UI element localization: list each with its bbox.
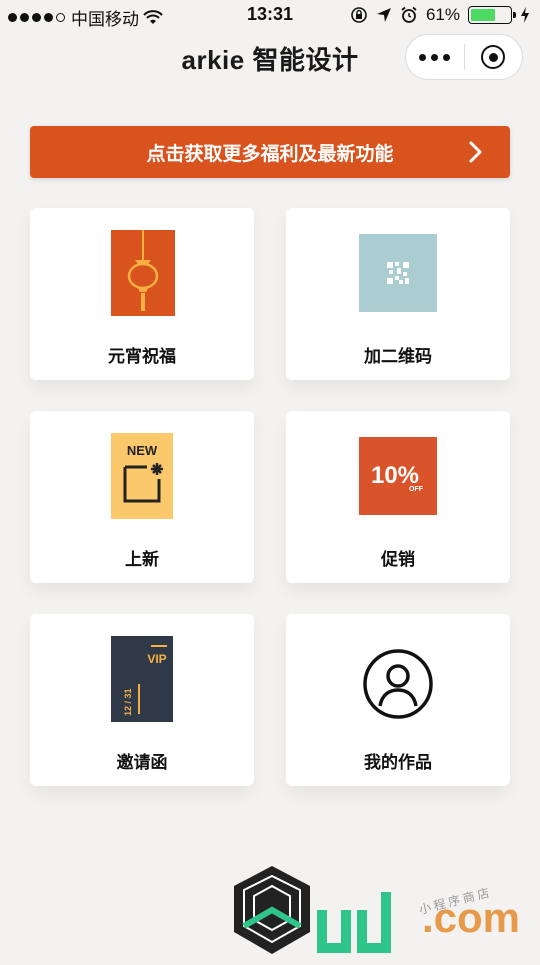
battery-icon xyxy=(468,6,516,24)
promo-banner-text: 点击获取更多福利及最新功能 xyxy=(146,143,394,165)
watermark-brand: .com xyxy=(422,894,521,941)
card-invitation[interactable]: VIP 12 / 31 邀请函 xyxy=(30,614,254,786)
vip-text: VIP xyxy=(147,652,166,666)
more-button[interactable] xyxy=(406,53,464,61)
charging-icon xyxy=(521,7,529,23)
card-label: 上新 xyxy=(125,550,159,569)
rotation-lock-icon xyxy=(351,7,367,23)
card-promotion[interactable]: 10% OFF 促销 xyxy=(286,411,510,583)
close-target-icon xyxy=(481,45,506,69)
card-label: 邀请函 xyxy=(116,753,168,772)
promo-banner[interactable]: 点击获取更多福利及最新功能 xyxy=(30,126,510,178)
mini-program-capsule xyxy=(405,34,523,80)
close-button[interactable] xyxy=(464,45,522,69)
alarm-icon xyxy=(401,6,417,23)
card-label: 我的作品 xyxy=(364,753,432,772)
chevron-right-icon xyxy=(469,141,482,163)
card-my-works[interactable]: 我的作品 xyxy=(286,614,510,786)
discount-percent-text: 10% xyxy=(371,462,419,489)
new-icon-text: NEW xyxy=(127,443,158,458)
location-icon xyxy=(376,8,391,22)
card-label: 元宵祝福 xyxy=(108,347,176,366)
discount-off-text: OFF xyxy=(409,486,424,493)
card-lantern-festival[interactable]: 元宵祝福 xyxy=(30,208,254,380)
battery-percent: 61% xyxy=(425,5,460,24)
watermark: 小程序商店 .com xyxy=(226,862,540,960)
vip-date-text: 12 / 31 xyxy=(123,688,133,716)
status-bar: 中国移动 13:31 61% xyxy=(0,0,540,32)
qr-code-icon xyxy=(359,234,437,312)
card-new-arrival[interactable]: NEW 上新 xyxy=(30,411,254,583)
card-label: 促销 xyxy=(381,550,415,569)
card-label: 加二维码 xyxy=(364,347,432,366)
new-icon: NEW xyxy=(111,433,173,519)
status-right: 61% xyxy=(350,5,530,25)
lantern-icon xyxy=(111,230,175,316)
card-add-qr-code[interactable]: 加二维码 xyxy=(286,208,510,380)
vip-invitation-icon: VIP 12 / 31 xyxy=(111,636,173,722)
discount-icon: 10% OFF xyxy=(359,437,437,515)
watermark-logo-icon xyxy=(234,866,391,954)
user-icon xyxy=(362,648,434,720)
